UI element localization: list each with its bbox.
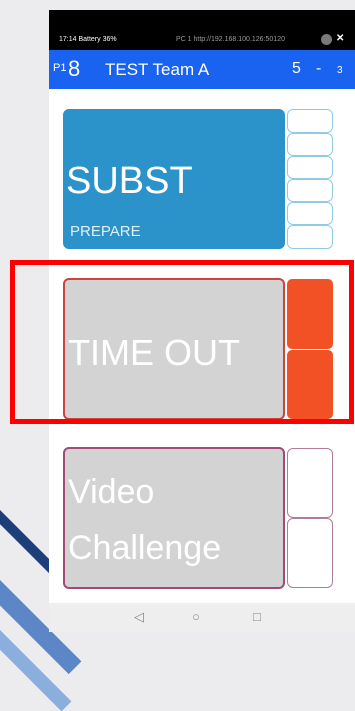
team-name: TEST Team A xyxy=(105,60,210,79)
status-indicator-icon xyxy=(321,34,332,45)
phone-screen: 17:14 Battery 36% PC 1 http://192.168.10… xyxy=(49,10,355,632)
timeout-button[interactable]: TIME OUT xyxy=(63,278,285,420)
subst-slot[interactable] xyxy=(287,156,333,179)
score-small: 3 xyxy=(337,65,343,76)
timeout-title: TIME OUT xyxy=(68,332,240,373)
subst-title: SUBST xyxy=(66,160,193,202)
subst-slot[interactable] xyxy=(287,179,333,202)
team-number: 8 xyxy=(68,56,81,81)
subst-prepare-label: PREPARE xyxy=(70,223,141,240)
timeout-slot[interactable] xyxy=(287,350,333,419)
recents-icon[interactable]: □ xyxy=(253,609,261,624)
video-challenge-slot[interactable] xyxy=(287,448,333,518)
score-separator: - xyxy=(316,60,322,77)
home-icon[interactable]: ○ xyxy=(192,609,200,624)
close-icon[interactable]: ✕ xyxy=(336,33,344,44)
video-challenge-slot[interactable] xyxy=(287,518,333,588)
subst-slot[interactable] xyxy=(287,109,333,133)
video-challenge-line1: Video xyxy=(68,473,155,511)
subst-slot[interactable] xyxy=(287,202,333,225)
timeout-slot[interactable] xyxy=(287,279,333,349)
subst-slot[interactable] xyxy=(287,225,333,249)
android-nav-bar: ◁ ○ □ xyxy=(49,603,355,632)
back-icon[interactable]: ◁ xyxy=(134,609,144,625)
status-bar: 17:14 Battery 36% PC 1 http://192.168.10… xyxy=(49,10,355,50)
team-header: P1 8 TEST Team A 5 - 3 xyxy=(49,50,355,89)
score: 5 xyxy=(292,60,301,77)
subst-slot[interactable] xyxy=(287,133,333,156)
status-url: PC 1 http://192.168.100.126:50120 xyxy=(176,36,285,43)
video-challenge-button[interactable]: Video Challenge xyxy=(63,447,285,589)
video-challenge-line2: Challenge xyxy=(68,529,222,567)
subst-button[interactable]: SUBST PREPARE xyxy=(63,109,285,249)
status-time-battery: 17:14 Battery 36% xyxy=(59,36,117,43)
set-label: P1 xyxy=(53,62,67,74)
